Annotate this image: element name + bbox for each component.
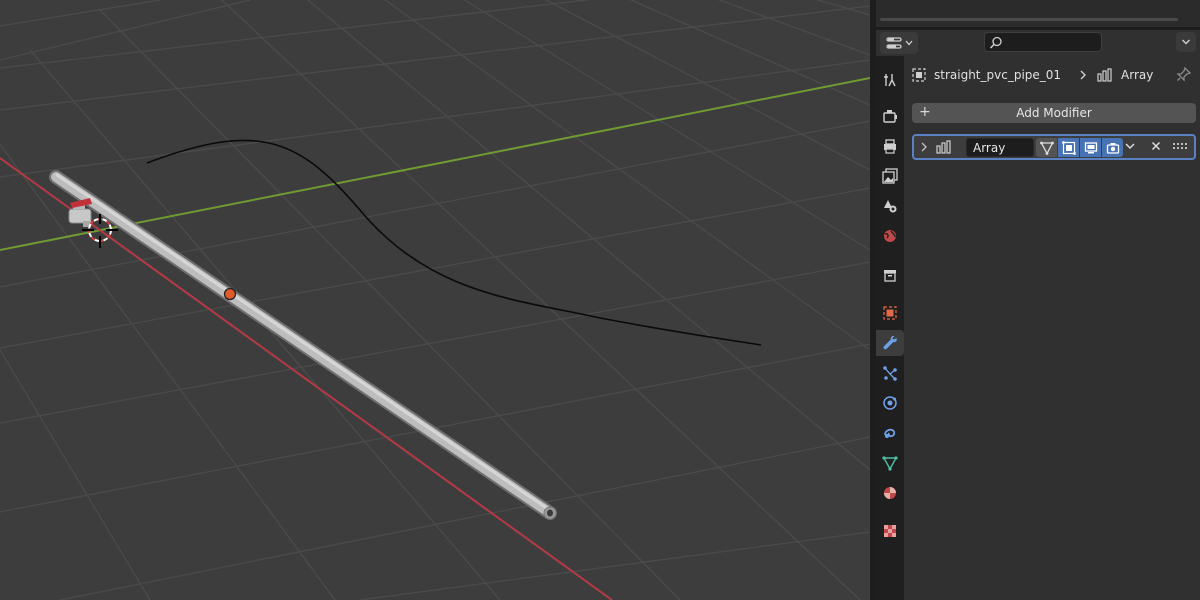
add-modifier-button[interactable]: + Add Modifier [912, 103, 1196, 123]
monitor-icon [1084, 141, 1097, 153]
texture-icon [884, 525, 896, 537]
properties-header [876, 30, 1200, 56]
close-icon[interactable] [1150, 140, 1162, 152]
on-cage-icon [1061, 140, 1076, 155]
chevron-down-icon[interactable] [1124, 140, 1136, 152]
collection-icon [884, 270, 896, 282]
object-icon [883, 306, 897, 320]
breadcrumb-modifier-name: Array [1121, 68, 1154, 82]
outliner-footer [876, 0, 1200, 27]
world-icon [884, 230, 896, 242]
search-input[interactable] [984, 32, 1102, 52]
array-modifier-icon [936, 140, 951, 154]
tab-particles[interactable] [876, 360, 904, 386]
tab-modifiers[interactable] [876, 330, 904, 356]
editor-type-button[interactable] [880, 32, 918, 54]
pin-icon[interactable] [1176, 66, 1192, 85]
modifier-name-field[interactable]: Array [966, 138, 1034, 157]
floor-grid [0, 0, 870, 600]
tab-output[interactable] [876, 133, 904, 159]
scene-icon [884, 200, 897, 213]
ball-valve [68, 198, 92, 227]
tab-texture[interactable] [876, 518, 904, 544]
physics-icon [883, 396, 897, 410]
array-modifier-panel[interactable]: Array [912, 134, 1196, 160]
tool-icon [884, 74, 896, 87]
properties-tab-bar [876, 56, 904, 600]
tab-render[interactable] [876, 103, 904, 129]
mesh-data-icon [882, 456, 898, 471]
3d-viewport[interactable] [0, 0, 870, 600]
x-axis-line [0, 157, 613, 600]
viewport-canvas [0, 0, 870, 600]
render-icon [883, 110, 897, 123]
view-layer-icon [882, 168, 898, 184]
edit-mode-toggle[interactable] [1036, 138, 1057, 157]
tab-physics[interactable] [876, 390, 904, 416]
tab-view-layer[interactable] [876, 163, 904, 189]
plus-icon: + [919, 104, 931, 120]
on-cage-toggle[interactable] [1058, 138, 1079, 157]
expand-arrow-icon[interactable] [919, 141, 929, 153]
tab-collection[interactable] [876, 262, 904, 288]
tab-data[interactable] [876, 450, 904, 476]
properties-editor-icon [885, 37, 902, 49]
pvc-pipe [49, 170, 557, 520]
options-dropdown[interactable] [1176, 32, 1196, 52]
object-origin [223, 287, 237, 301]
realtime-toggle[interactable] [1080, 138, 1101, 157]
camera-icon [1106, 142, 1119, 154]
wrench-icon [883, 336, 897, 350]
tab-world[interactable] [876, 223, 904, 249]
output-icon [884, 139, 896, 154]
tab-constraints[interactable] [876, 420, 904, 446]
add-modifier-label: Add Modifier [1016, 106, 1092, 120]
tab-material[interactable] [876, 480, 904, 506]
drag-handle-icon[interactable] [1172, 141, 1188, 151]
constraints-icon [884, 428, 896, 438]
array-modifier-icon [1097, 68, 1113, 82]
material-icon [884, 487, 896, 499]
search-icon [989, 36, 1002, 49]
horizontal-scrollbar[interactable] [880, 18, 1178, 21]
tab-scene[interactable] [876, 193, 904, 219]
render-toggle[interactable] [1102, 138, 1123, 157]
object-icon [912, 68, 926, 82]
chevron-down-icon [905, 40, 912, 46]
chevron-right-icon [1079, 70, 1087, 80]
tab-object[interactable] [876, 300, 904, 326]
edit-mode-icon [1039, 141, 1054, 155]
particles-icon [883, 366, 897, 381]
breadcrumb-object-name: straight_pvc_pipe_01 [934, 68, 1062, 82]
chevron-down-icon [1182, 39, 1190, 45]
bezier-curve [146, 139, 762, 346]
breadcrumb: straight_pvc_pipe_01 Array [912, 65, 1153, 85]
modifier-properties-panel: straight_pvc_pipe_01 Array + Add Modifie… [904, 56, 1200, 600]
tab-tool[interactable] [876, 67, 904, 93]
